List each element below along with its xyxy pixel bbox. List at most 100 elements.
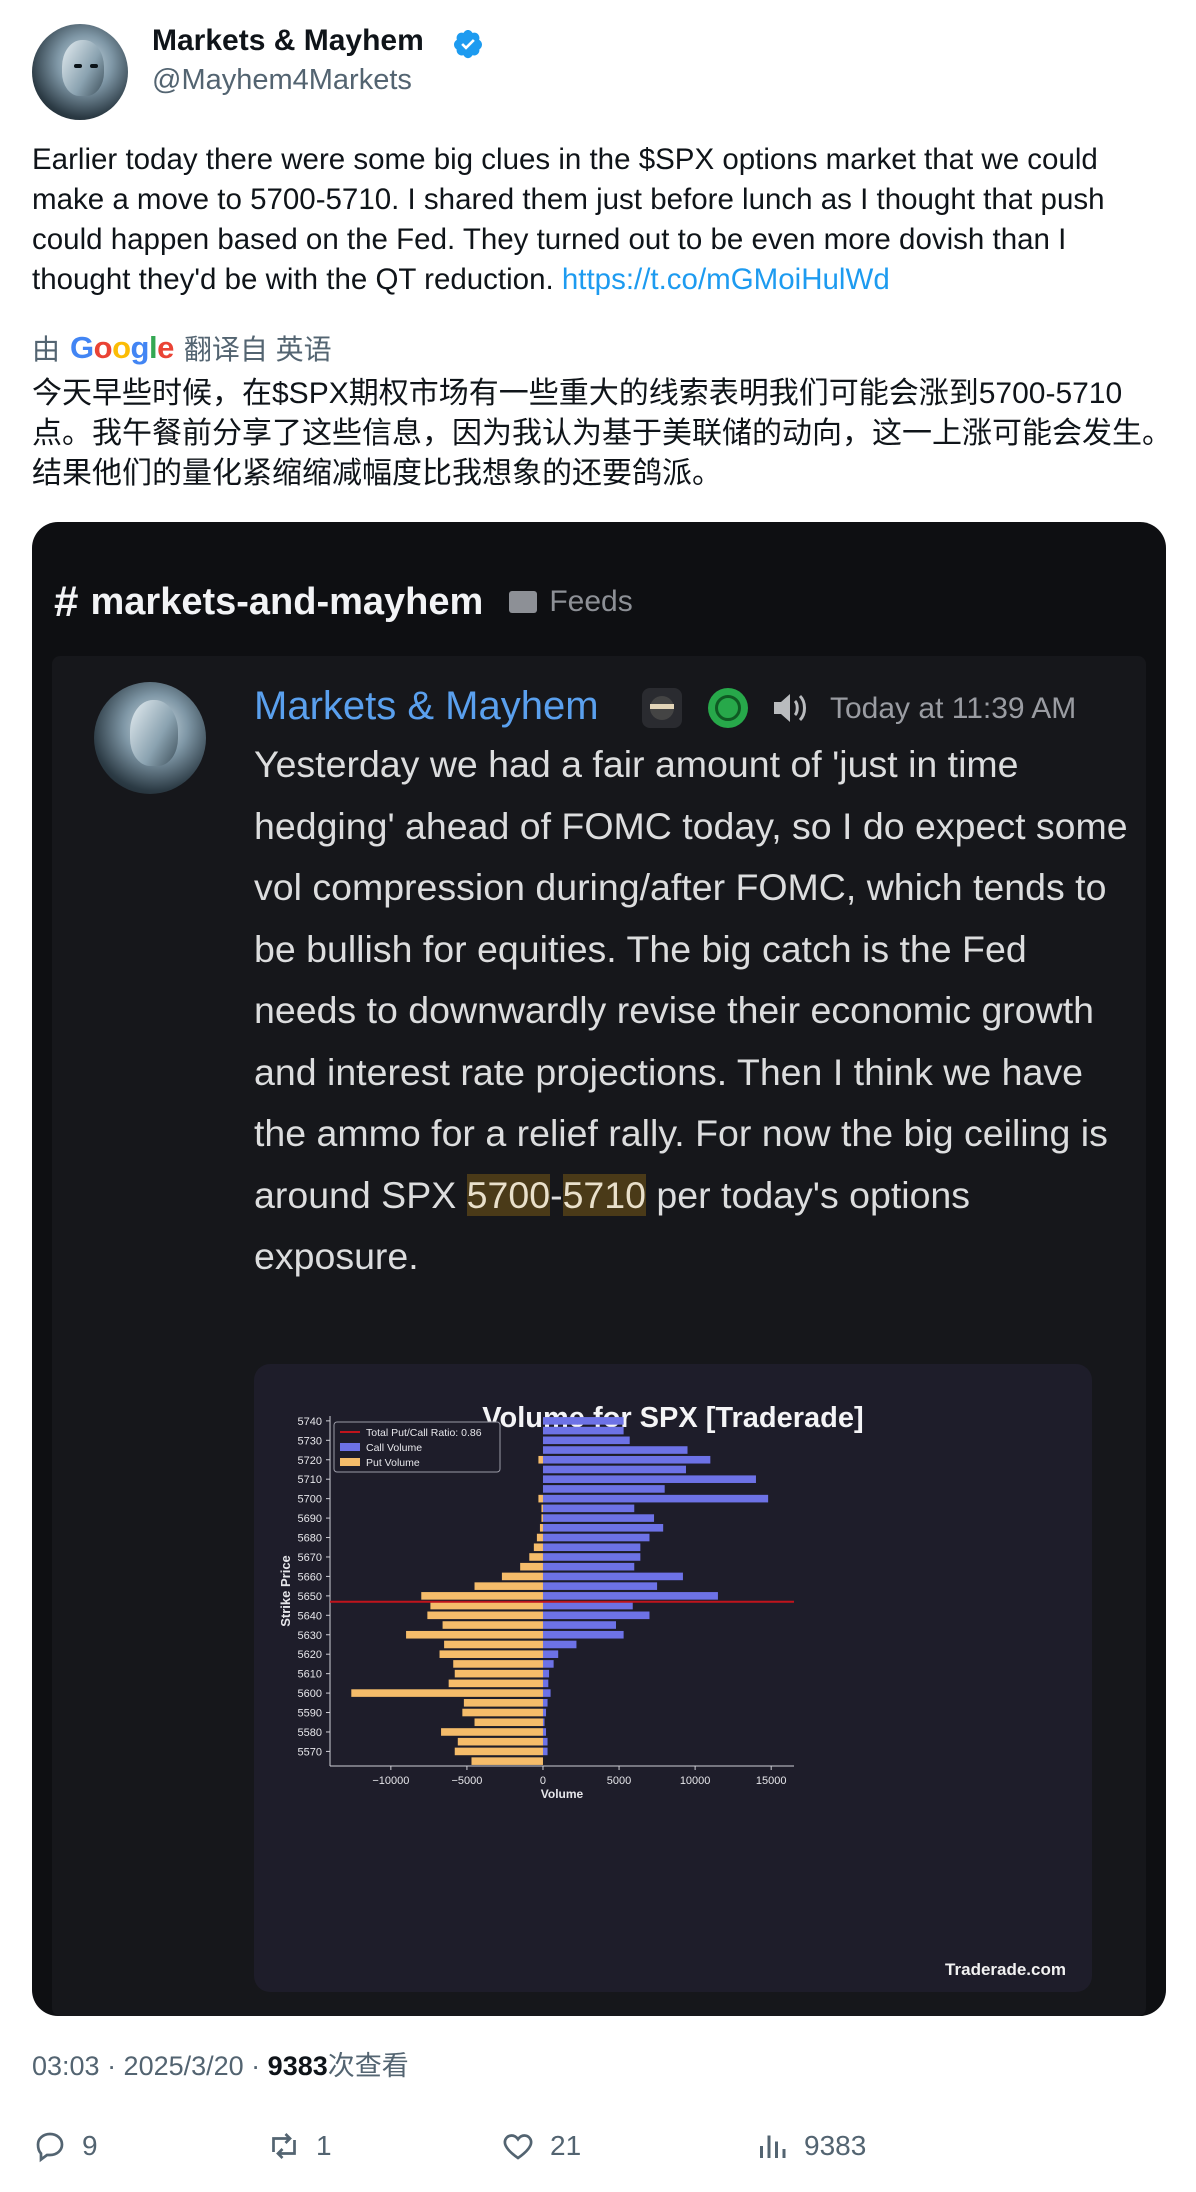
- x-tick-label: −10000: [372, 1775, 409, 1787]
- y-tick-label: 5670: [298, 1552, 322, 1564]
- y-tick-label: 5630: [298, 1630, 322, 1642]
- chart-watermark: Traderade.com: [945, 1960, 1066, 1979]
- retweet-button[interactable]: 1: [266, 2128, 332, 2164]
- put-bar: [444, 1640, 543, 1649]
- put-bar: [529, 1553, 543, 1561]
- globe-badge-icon: [708, 688, 748, 728]
- put-bar: [520, 1562, 543, 1571]
- author-name[interactable]: Markets & Mayhem: [152, 24, 424, 58]
- call-bar: [542, 1533, 650, 1542]
- reply-count: 9: [82, 2130, 98, 2161]
- y-tick-label: 5640: [298, 1610, 322, 1622]
- call-bar: [542, 1485, 665, 1493]
- y-tick-label: 5590: [298, 1708, 322, 1720]
- y-tick-label: 5710: [298, 1474, 322, 1486]
- tweet-body: Earlier today there were some big clues …: [32, 140, 1172, 300]
- put-bar: [427, 1611, 543, 1620]
- message-text-main: Yesterday we had a fair amount of 'just …: [254, 743, 1128, 1216]
- y-axis-label: Strike Price: [278, 1555, 293, 1627]
- message-avatar: [94, 682, 206, 794]
- like-button[interactable]: 21: [500, 2128, 581, 2164]
- put-bar: [501, 1572, 543, 1581]
- tweet-meta: 03:03 · 2025/3/20 · 9383次查看: [32, 2044, 409, 2083]
- put-bar: [541, 1504, 543, 1513]
- call-bar: [542, 1611, 650, 1620]
- call-bar: [542, 1465, 686, 1474]
- y-tick-label: 5570: [298, 1746, 322, 1758]
- put-bar: [462, 1708, 543, 1717]
- put-bar: [538, 1494, 543, 1503]
- author-handle[interactable]: @Mayhem4Markets: [152, 64, 412, 97]
- author-avatar[interactable]: [32, 24, 128, 120]
- y-tick-label: 5680: [298, 1533, 322, 1545]
- call-bar: [542, 1660, 554, 1668]
- put-bar: [441, 1728, 543, 1736]
- action-bar: 9 1 21 9383: [32, 2128, 1172, 2168]
- put-bar: [474, 1718, 543, 1727]
- chart-canvas: 5570 5580 5590 5600 5610 5620 5630 5640 5650 5660…: [278, 1416, 794, 1801]
- message-text: Yesterday we had a fair amount of 'just …: [254, 734, 1134, 1288]
- y-tick-label: 5660: [298, 1571, 322, 1583]
- call-bar: [542, 1426, 624, 1435]
- put-bar: [406, 1630, 543, 1639]
- x-tick-label: 10000: [680, 1775, 711, 1787]
- volume-chart: Volume for SPX [Traderade] 5570 5580 5590 5…: [254, 1364, 1092, 1992]
- translated-text: 今天早些时候，在$SPX期权市场有一些重大的线索表明我们可能会涨到5700-57…: [32, 377, 1172, 490]
- x-axis-label: Volume: [541, 1787, 584, 1801]
- y-tick-label: 5620: [298, 1649, 322, 1661]
- put-bar: [471, 1757, 543, 1765]
- call-bar: [542, 1630, 624, 1639]
- call-bar: [542, 1708, 547, 1717]
- y-tick-label: 5690: [298, 1513, 322, 1525]
- put-bar: [538, 1455, 543, 1464]
- call-bar: [542, 1524, 664, 1532]
- put-bar: [539, 1524, 543, 1532]
- call-bar: [542, 1436, 630, 1445]
- y-tick-label: 5600: [298, 1688, 322, 1700]
- call-bar: [542, 1650, 559, 1658]
- call-bar: [542, 1621, 617, 1629]
- put-bar: [439, 1650, 543, 1658]
- views-button[interactable]: 9383: [754, 2128, 866, 2164]
- call-bar: [542, 1718, 545, 1727]
- put-bar: [457, 1737, 543, 1746]
- call-bar: [542, 1582, 658, 1590]
- call-bar: [542, 1572, 683, 1581]
- call-bar: [542, 1699, 548, 1707]
- tweet-link[interactable]: https://t.co/mGMoiHulWd: [562, 263, 890, 296]
- tweet-container: Markets & Mayhem @Mayhem4Markets Earlier…: [0, 0, 1196, 2192]
- call-bar: [542, 1679, 549, 1688]
- put-bar: [421, 1592, 543, 1600]
- channel-folder: Feeds: [549, 585, 633, 618]
- translate-from[interactable]: 翻译自 英语: [184, 328, 332, 368]
- translate-by: 由: [32, 334, 61, 365]
- verified-badge-icon: [454, 30, 482, 59]
- call-bar: [542, 1514, 655, 1522]
- like-count: 21: [550, 2130, 582, 2161]
- folder-icon: [509, 591, 538, 613]
- tweet-time[interactable]: 03:03 · 2025/3/20 ·: [32, 2051, 268, 2081]
- media-image[interactable]: # markets-and-mayhem Feeds Markets & May…: [32, 522, 1166, 2016]
- put-bar: [351, 1689, 543, 1697]
- call-bar: [542, 1728, 547, 1736]
- call-bar: [542, 1562, 635, 1571]
- message-timestamp: Today at 11:39 AM: [830, 692, 1077, 725]
- y-tick-label: 5740: [298, 1416, 322, 1428]
- channel-name: markets-and-mayhem: [90, 580, 484, 623]
- highlight-5700: 5700: [466, 1173, 551, 1216]
- avatar-eye: [90, 64, 98, 68]
- message-author: Markets & Mayhem: [254, 684, 599, 728]
- reply-button[interactable]: 9: [32, 2128, 98, 2164]
- call-bar: [542, 1640, 577, 1649]
- google-logo: Google: [70, 330, 174, 365]
- y-tick-label: 5720: [298, 1455, 322, 1467]
- y-tick-label: 5610: [298, 1669, 322, 1681]
- robot-face-icon: [62, 40, 104, 96]
- put-bar: [454, 1747, 543, 1756]
- call-bar: [542, 1446, 688, 1454]
- put-bar: [541, 1514, 543, 1522]
- put-bar: [463, 1699, 543, 1707]
- legend-label: Total Put/Call Ratio: 0.86: [366, 1427, 482, 1439]
- retweet-icon: [272, 2133, 296, 2159]
- call-bar: [542, 1669, 550, 1678]
